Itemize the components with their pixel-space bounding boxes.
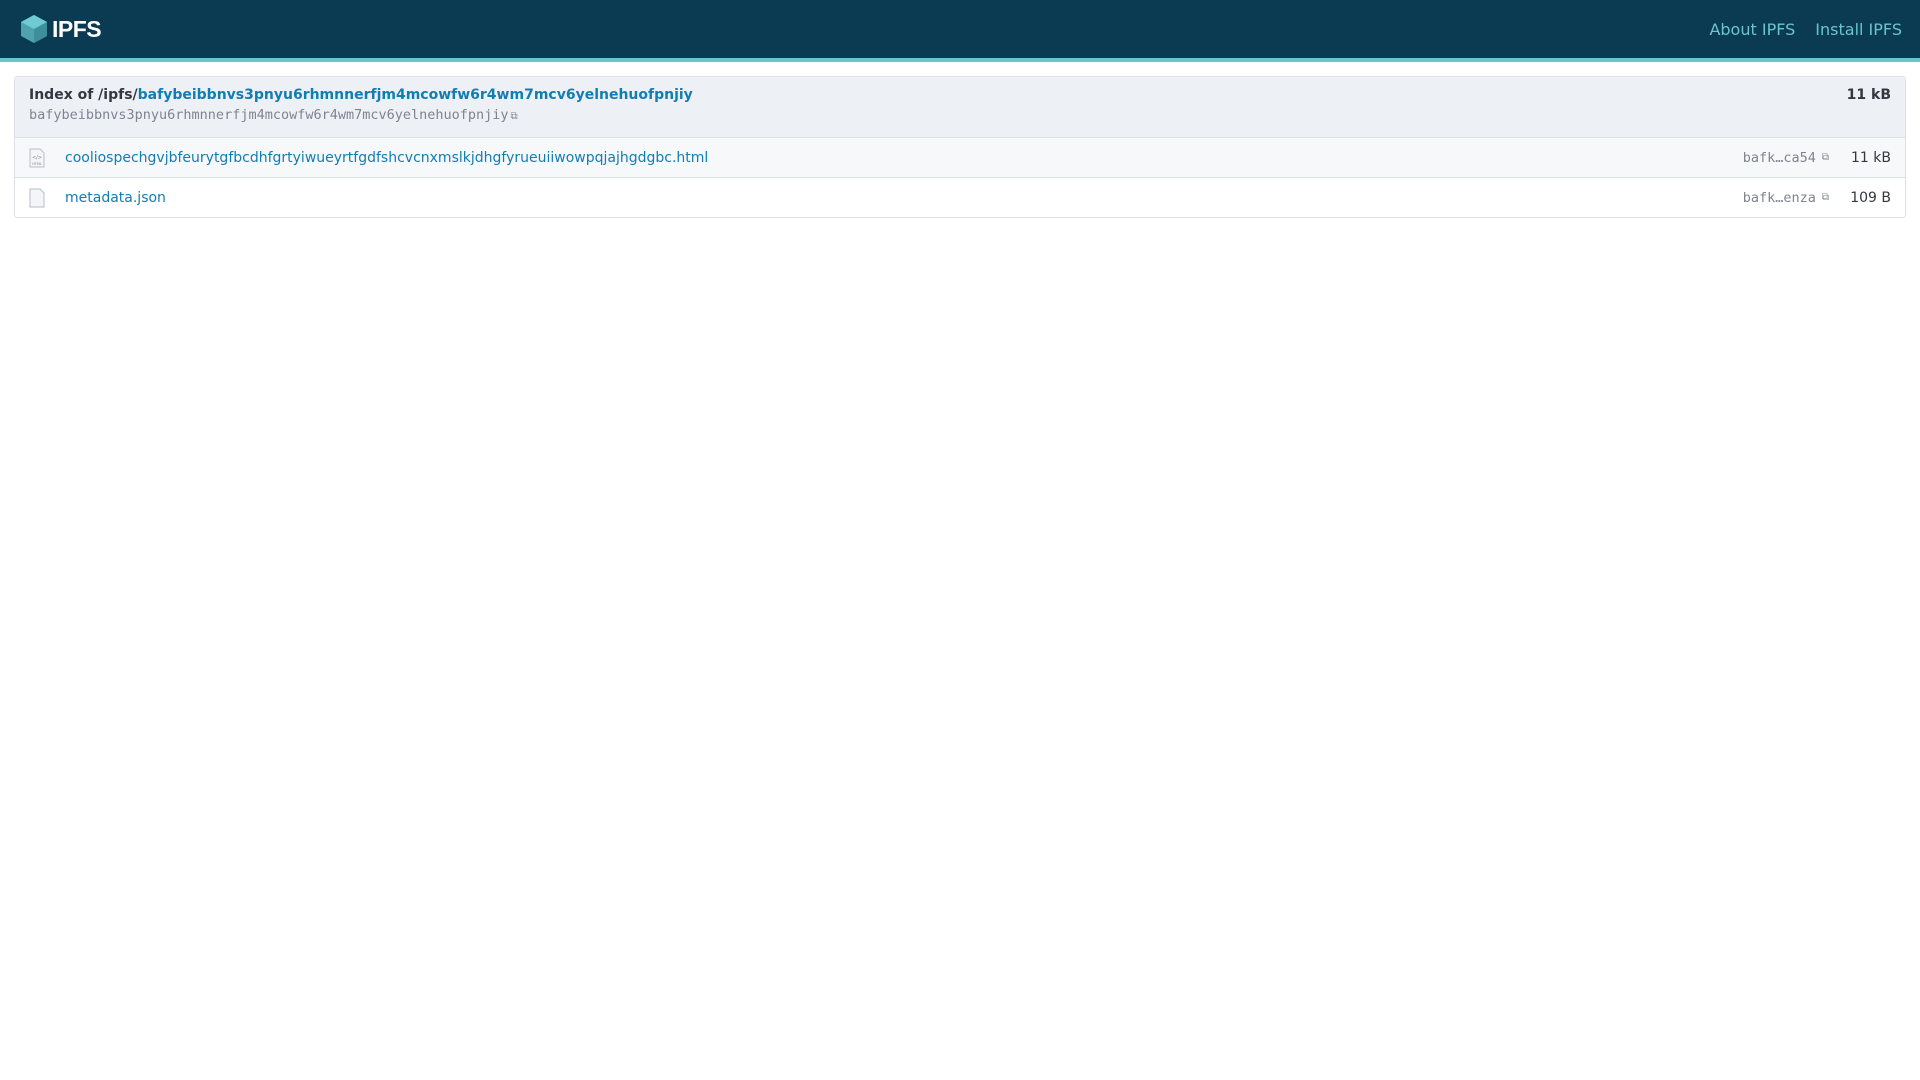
svg-text:HTML: HTML xyxy=(32,162,42,166)
copy-icon[interactable]: ⧉ xyxy=(511,111,518,122)
listing-header: Index of /ipfs/bafybeibbnvs3pnyu6rhmnner… xyxy=(15,77,1905,138)
file-cid[interactable]: bafk…ca54 xyxy=(1743,150,1816,166)
root-cid: bafybeibbnvs3pnyu6rhmnnerfjm4mcowfw6r4wm… xyxy=(29,107,509,123)
directory-listing: Index of /ipfs/bafybeibbnvs3pnyu6rhmnner… xyxy=(14,76,1906,218)
copy-icon[interactable]: ⧉ xyxy=(1822,152,1829,163)
html-file-icon: </>HTML xyxy=(29,148,45,167)
ipfs-logo[interactable]: IPFS xyxy=(20,14,102,44)
file-size: 109 B xyxy=(1850,189,1891,206)
file-row: </> HTML cooliospechgvjbfeurytgfbcdhfgrty… xyxy=(15,138,1905,178)
file-row: metadata.json bafk…enza ⧉ 109 B xyxy=(15,178,1905,217)
title-prefix: Index of /ipfs/ xyxy=(29,87,138,103)
file-cid[interactable]: bafk…enza xyxy=(1743,190,1816,206)
file-link[interactable]: metadata.json xyxy=(65,190,1743,206)
root-cid-link[interactable]: bafybeibbnvs3pnyu6rhmnnerfjm4mcowfw6r4wm… xyxy=(138,87,693,103)
page-title: Index of /ipfs/bafybeibbnvs3pnyu6rhmnner… xyxy=(29,87,693,103)
copy-icon[interactable]: ⧉ xyxy=(1822,192,1829,203)
file-size: 11 kB xyxy=(1851,149,1891,166)
top-bar: IPFS About IPFS Install IPFS xyxy=(0,0,1920,62)
file-icon xyxy=(29,188,45,207)
about-ipfs-link[interactable]: About IPFS xyxy=(1709,20,1795,39)
svg-text:</>: </> xyxy=(32,155,42,161)
file-link[interactable]: cooliospechgvjbfeurytgfbcdhfgrtyiwueyrtf… xyxy=(65,150,1743,166)
total-size: 11 kB xyxy=(1846,87,1891,103)
ipfs-cube-icon xyxy=(21,15,47,43)
logo-text: IPFS xyxy=(52,15,102,42)
install-ipfs-link[interactable]: Install IPFS xyxy=(1815,20,1902,39)
